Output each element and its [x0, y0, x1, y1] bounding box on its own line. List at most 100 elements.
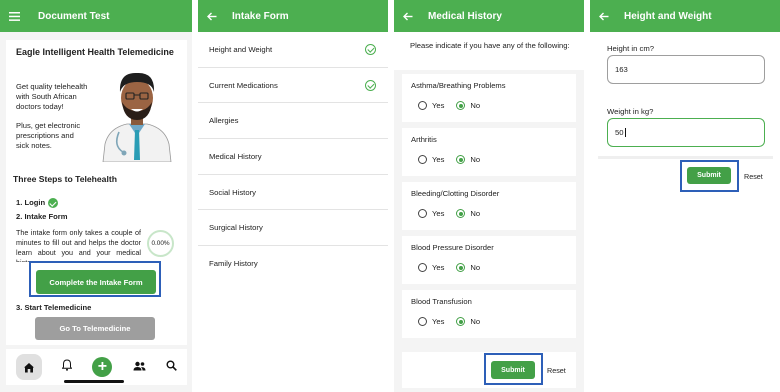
yes-no-group: Yes No	[418, 155, 480, 164]
height-weight-screen: Height and Weight Height in cm? 163 Weig…	[590, 0, 780, 392]
reset-button[interactable]: Reset	[744, 172, 763, 181]
yes-no-group: Yes No	[418, 209, 480, 218]
yes-no-group: Yes No	[418, 317, 480, 326]
instructions: Please indicate if you have any of the f…	[394, 32, 584, 70]
home-indicator	[64, 380, 124, 383]
height-label: Height in cm?	[607, 44, 654, 53]
menu-icon[interactable]	[0, 11, 28, 21]
people-icon[interactable]	[133, 358, 146, 376]
steps-heading: Three Steps to Telehealth	[13, 174, 117, 184]
no-radio[interactable]	[456, 209, 466, 218]
intake-sections-list: Height and Weight Current Medications Al…	[198, 32, 388, 282]
no-label: No	[470, 209, 481, 218]
app-title: Document Test	[38, 10, 110, 22]
screen-title: Height and Weight	[624, 10, 712, 22]
step-telemedicine: 3. Start Telemedicine	[16, 303, 92, 312]
weight-label: Weight in kg?	[607, 107, 654, 116]
yes-no-group: Yes No	[418, 263, 480, 272]
no-label: No	[470, 101, 481, 110]
list-item-social-history[interactable]: Social History	[198, 175, 388, 211]
weight-input[interactable]: 50	[607, 118, 765, 147]
step-login-label: 1. Login	[16, 198, 46, 207]
no-radio[interactable]	[456, 317, 466, 326]
promo-text: Get quality telehealth with South Africa…	[16, 82, 88, 111]
search-icon[interactable]	[166, 358, 177, 376]
intake-description: The intake form only takes a couple of m…	[16, 228, 141, 262]
intake-form-screen: Intake Form Height and Weight Current Me…	[198, 0, 388, 392]
yes-label: Yes	[432, 101, 445, 110]
check-icon	[365, 79, 376, 91]
back-arrow-icon[interactable]	[394, 12, 422, 21]
yes-label: Yes	[432, 155, 445, 164]
step-intake: 2. Intake Form	[16, 212, 68, 221]
question-blood-transfusion: Blood Transfusion Yes No	[402, 290, 576, 338]
app-bar: Medical History	[394, 0, 584, 32]
weight-value: 50	[615, 128, 624, 137]
app-bar: Document Test	[0, 0, 192, 32]
list-item-current-medications[interactable]: Current Medications	[198, 68, 388, 104]
question-label: Blood Transfusion	[411, 297, 472, 306]
highlight-box	[29, 261, 161, 297]
yes-radio[interactable]	[418, 317, 427, 326]
list-item-surgical-history[interactable]: Surgical History	[198, 210, 388, 247]
question-label: Bleeding/Clotting Disorder	[411, 189, 500, 198]
list-item-label: Medical History	[209, 151, 262, 161]
question-asthma: Asthma/Breathing Problems Yes No	[402, 74, 576, 122]
home-screen: Document Test Eagle Intelligent Health T…	[0, 0, 192, 392]
back-arrow-icon[interactable]	[590, 12, 618, 21]
question-label: Blood Pressure Disorder	[411, 243, 494, 252]
list-item-label: Allergies	[209, 116, 239, 126]
medical-history-screen: Medical History Please indicate if you h…	[394, 0, 584, 392]
screen-title: Intake Form	[232, 10, 289, 22]
no-radio[interactable]	[456, 101, 466, 110]
list-item-medical-history[interactable]: Medical History	[198, 139, 388, 175]
yes-radio[interactable]	[418, 263, 427, 272]
highlight-box	[680, 160, 739, 192]
yes-no-group: Yes No	[418, 101, 480, 110]
yes-radio[interactable]	[418, 155, 427, 164]
height-input[interactable]: 163	[607, 55, 765, 84]
list-item-height-weight[interactable]: Height and Weight	[198, 32, 388, 68]
go-to-telemedicine-button[interactable]: Go To Telemedicine	[35, 317, 155, 340]
yes-label: Yes	[432, 263, 445, 272]
highlight-box	[484, 353, 543, 385]
list-item-label: Social History	[209, 187, 256, 197]
welcome-card: Eagle Intelligent Health Telemedicine Ge…	[6, 40, 187, 345]
list-item-allergies[interactable]: Allergies	[198, 103, 388, 140]
progress-ring: 0.00%	[147, 230, 174, 257]
app-bar: Intake Form	[198, 0, 388, 32]
screen-title: Medical History	[428, 10, 502, 22]
no-label: No	[470, 263, 481, 272]
list-item-family-history[interactable]: Family History	[198, 246, 388, 282]
no-label: No	[470, 317, 481, 326]
no-radio[interactable]	[456, 263, 466, 272]
yes-label: Yes	[432, 317, 445, 326]
no-radio[interactable]	[456, 155, 466, 164]
add-icon[interactable]: +	[92, 357, 113, 377]
doctor-illustration	[102, 72, 172, 162]
welcome-heading: Eagle Intelligent Health Telemedicine	[16, 47, 174, 57]
promo-text-2: Plus, get electronic prescriptions and s…	[16, 121, 81, 150]
question-blood-pressure: Blood Pressure Disorder Yes No	[402, 236, 576, 284]
reset-button[interactable]: Reset	[547, 366, 566, 375]
home-icon[interactable]	[16, 354, 43, 380]
yes-radio[interactable]	[418, 209, 427, 218]
check-icon	[365, 43, 376, 55]
question-bleeding: Bleeding/Clotting Disorder Yes No	[402, 182, 576, 230]
app-bar: Height and Weight	[590, 0, 780, 32]
check-icon	[48, 198, 59, 208]
no-label: No	[470, 155, 481, 164]
text-caret	[624, 128, 626, 137]
list-item-label: Surgical History	[209, 223, 263, 233]
question-arthritis: Arthritis Yes No	[402, 128, 576, 176]
question-label: Asthma/Breathing Problems	[411, 81, 506, 90]
back-arrow-icon[interactable]	[198, 12, 226, 21]
yes-radio[interactable]	[418, 101, 427, 110]
yes-label: Yes	[432, 209, 445, 218]
list-item-label: Current Medications	[209, 80, 278, 90]
list-item-label: Height and Weight	[209, 44, 273, 54]
list-item-label: Family History	[209, 259, 258, 269]
bell-icon[interactable]	[61, 358, 73, 376]
height-value: 163	[615, 65, 628, 74]
step-login: 1. Login	[16, 198, 59, 208]
